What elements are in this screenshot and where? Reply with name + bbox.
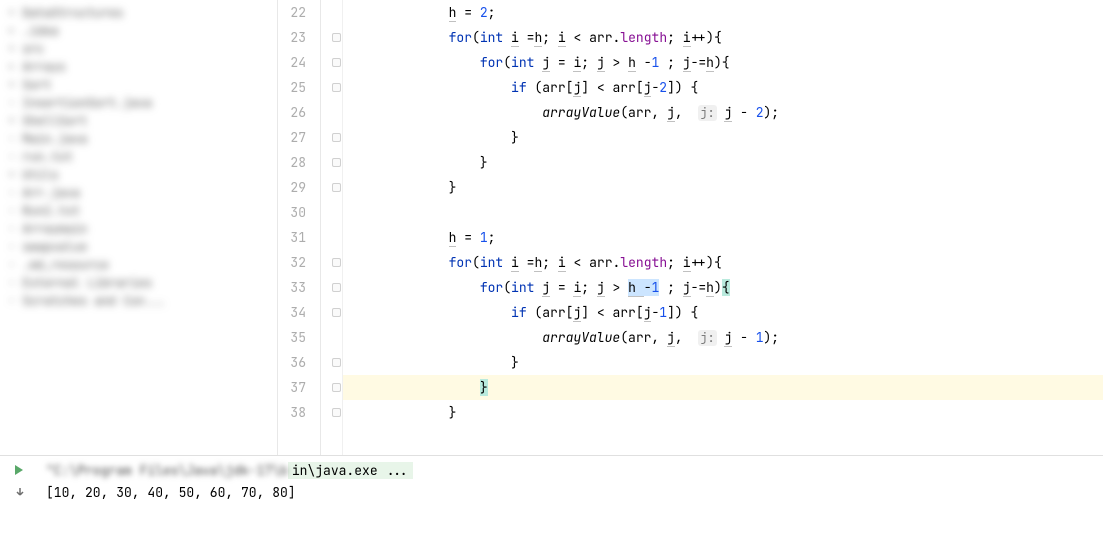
- tree-item[interactable]: · .md_resource: [8, 256, 269, 274]
- tree-item[interactable]: · Scratches and Con...: [8, 292, 269, 310]
- tree-item[interactable]: · InsertionSort.java: [8, 94, 269, 112]
- tree-item[interactable]: ▾ DataStructures: [8, 4, 269, 22]
- fold-marker-icon[interactable]: [332, 258, 341, 267]
- line-number[interactable]: 26: [278, 100, 306, 125]
- code-line[interactable]: }: [343, 350, 1103, 375]
- tree-item[interactable]: ▾ Sort: [8, 76, 269, 94]
- line-number[interactable]: 32: [278, 250, 306, 275]
- line-number[interactable]: 35: [278, 325, 306, 350]
- fold-marker-icon[interactable]: [332, 358, 341, 367]
- tree-item[interactable]: · swapvalue: [8, 238, 269, 256]
- code-area[interactable]: h = 2; for(int i =h; i < arr.length; i++…: [343, 0, 1103, 455]
- line-number[interactable]: 31: [278, 225, 306, 250]
- line-number[interactable]: 29: [278, 175, 306, 200]
- console-output[interactable]: "C:\Program Files\Java\jdk-17\bin\java.e…: [40, 456, 1103, 535]
- code-line[interactable]: if (arr[j] < arr[j-2]) {: [343, 75, 1103, 100]
- code-line[interactable]: [343, 200, 1103, 225]
- code-line[interactable]: for(int j = i; j > h -1 ; j-=h){: [343, 50, 1103, 75]
- project-tree[interactable]: ▾ DataStructures ▸ .idea ▾ src ▸ Arrays …: [0, 0, 277, 314]
- code-line[interactable]: h = 2;: [343, 0, 1103, 25]
- fold-column[interactable]: [314, 0, 342, 455]
- code-line[interactable]: if (arr[j] < arr[j-1]) {: [343, 300, 1103, 325]
- project-sidebar[interactable]: ▾ DataStructures ▸ .idea ▾ src ▸ Arrays …: [0, 0, 278, 455]
- line-number[interactable]: 23: [278, 25, 306, 50]
- tree-item[interactable]: · Main.java: [8, 130, 269, 148]
- line-number[interactable]: 24: [278, 50, 306, 75]
- tree-item[interactable]: · Arraymain: [8, 220, 269, 238]
- fold-marker-icon[interactable]: [332, 383, 341, 392]
- fold-marker-icon[interactable]: [332, 408, 341, 417]
- fold-marker-icon[interactable]: [332, 308, 341, 317]
- line-number[interactable]: 25: [278, 75, 306, 100]
- main-area: ▾ DataStructures ▸ .idea ▾ src ▸ Arrays …: [0, 0, 1103, 455]
- fold-marker-icon[interactable]: [332, 183, 341, 192]
- tree-item[interactable]: · External Libraries: [8, 274, 269, 292]
- line-number[interactable]: 28: [278, 150, 306, 175]
- tree-item[interactable]: · Run2.txt: [8, 202, 269, 220]
- code-line[interactable]: arrayValue(arr, j, j: j - 2);: [343, 100, 1103, 125]
- code-line[interactable]: h = 1;: [343, 225, 1103, 250]
- tree-item[interactable]: ▸ Arrays: [8, 58, 269, 76]
- line-number[interactable]: 38: [278, 400, 306, 425]
- run-console-panel: "C:\Program Files\Java\jdk-17\bin\java.e…: [0, 455, 1103, 535]
- fold-marker-icon[interactable]: [332, 33, 341, 42]
- console-command-line: "C:\Program Files\Java\jdk-17\bin\java.e…: [46, 460, 1097, 482]
- fold-marker-icon[interactable]: [332, 83, 341, 92]
- tree-item[interactable]: ▾ src: [8, 40, 269, 58]
- line-number[interactable]: 37: [278, 375, 306, 400]
- run-toolbar: [0, 456, 40, 535]
- editor-gutter: 2223242526272829303132333435363738: [278, 0, 343, 455]
- line-number[interactable]: 22: [278, 0, 306, 25]
- fold-marker-icon[interactable]: [332, 58, 341, 67]
- fold-marker-icon[interactable]: [332, 283, 341, 292]
- code-line[interactable]: }: [343, 175, 1103, 200]
- line-number[interactable]: 34: [278, 300, 306, 325]
- tree-item[interactable]: · run.txt: [8, 148, 269, 166]
- code-line[interactable]: }: [343, 150, 1103, 175]
- command-suffix: in\java.exe ...: [288, 462, 413, 479]
- scroll-down-icon[interactable]: [12, 484, 28, 500]
- tree-item[interactable]: · Arr.java: [8, 184, 269, 202]
- line-number[interactable]: 33: [278, 275, 306, 300]
- rerun-icon[interactable]: [12, 462, 28, 478]
- code-line[interactable]: for(int i =h; i < arr.length; i++){: [343, 250, 1103, 275]
- code-editor[interactable]: 2223242526272829303132333435363738 h = 2…: [278, 0, 1103, 455]
- code-line[interactable]: }: [343, 125, 1103, 150]
- code-line[interactable]: }: [343, 400, 1103, 425]
- command-path-blurred: "C:\Program Files\Java\jdk-17\b: [46, 462, 288, 479]
- line-number[interactable]: 27: [278, 125, 306, 150]
- tree-item[interactable]: ▸ .idea: [8, 22, 269, 40]
- line-numbers: 2223242526272829303132333435363738: [278, 0, 314, 455]
- tree-item[interactable]: ▾ Utils: [8, 166, 269, 184]
- console-output-line: [10, 20, 30, 40, 50, 60, 70, 80]: [46, 482, 1097, 504]
- code-line[interactable]: }: [343, 375, 1103, 400]
- fold-marker-icon[interactable]: [332, 133, 341, 142]
- code-line[interactable]: for(int j = i; j > h -1 ; j-=h){: [343, 275, 1103, 300]
- fold-marker-icon[interactable]: [332, 158, 341, 167]
- tree-item[interactable]: ▾ ShellSort: [8, 112, 269, 130]
- code-line[interactable]: arrayValue(arr, j, j: j - 1);: [343, 325, 1103, 350]
- line-number[interactable]: 36: [278, 350, 306, 375]
- code-line[interactable]: for(int i =h; i < arr.length; i++){: [343, 25, 1103, 50]
- line-number[interactable]: 30: [278, 200, 306, 225]
